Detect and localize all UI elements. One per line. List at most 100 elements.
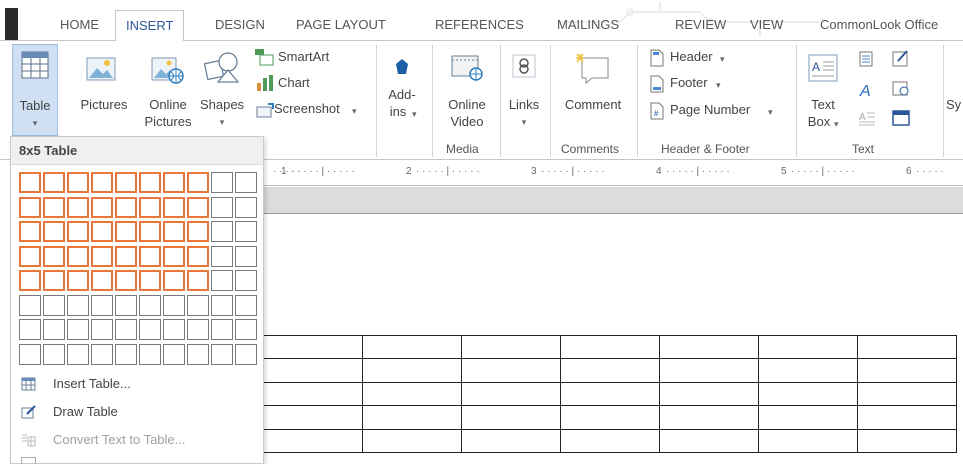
- grid-cell[interactable]: [211, 270, 233, 291]
- table-cell[interactable]: [461, 381, 561, 407]
- grid-cell[interactable]: [187, 343, 209, 365]
- tab-home[interactable]: HOME: [50, 10, 109, 40]
- grid-cell[interactable]: [19, 196, 41, 218]
- table-cell[interactable]: [362, 428, 462, 453]
- grid-cell[interactable]: [43, 294, 65, 316]
- grid-cell[interactable]: [139, 196, 161, 218]
- table-cell[interactable]: [461, 428, 561, 453]
- grid-cell[interactable]: [211, 196, 233, 218]
- draw-table-menu-item[interactable]: Draw Table: [11, 399, 263, 425]
- table-button[interactable]: Table ▾: [12, 44, 58, 136]
- grid-cell[interactable]: [67, 270, 89, 291]
- grid-cell[interactable]: [91, 245, 113, 267]
- grid-cell[interactable]: [235, 270, 257, 291]
- table-cell[interactable]: [857, 428, 957, 453]
- tab-page-layout[interactable]: PAGE LAYOUT: [286, 10, 396, 40]
- grid-cell[interactable]: [43, 270, 65, 291]
- tab-review[interactable]: REVIEW: [665, 10, 736, 40]
- screenshot-button[interactable]: Screenshot ▾: [252, 98, 372, 120]
- grid-cell[interactable]: [115, 319, 137, 340]
- grid-cell[interactable]: [43, 172, 65, 193]
- table-cell[interactable]: [461, 334, 561, 360]
- grid-cell[interactable]: [91, 270, 113, 291]
- grid-cell[interactable]: [91, 343, 113, 365]
- text-box-button[interactable]: A Text Box ▾: [800, 44, 846, 136]
- tab-design[interactable]: DESIGN: [205, 10, 275, 40]
- grid-cell[interactable]: [235, 343, 257, 365]
- table-cell[interactable]: [560, 334, 660, 360]
- table-cell[interactable]: [362, 358, 462, 383]
- grid-cell[interactable]: [187, 294, 209, 316]
- table-cell[interactable]: [857, 405, 957, 430]
- table-cell[interactable]: [758, 428, 858, 453]
- grid-cell[interactable]: [163, 270, 185, 291]
- table-cell[interactable]: [659, 428, 759, 453]
- table-grid-picker[interactable]: [18, 171, 258, 367]
- tab-view[interactable]: VIEW: [740, 10, 793, 40]
- shapes-button[interactable]: Shapes ▾: [196, 44, 248, 136]
- grid-cell[interactable]: [139, 172, 161, 193]
- table-cell[interactable]: [857, 381, 957, 407]
- grid-cell[interactable]: [187, 245, 209, 267]
- grid-cell[interactable]: [19, 319, 41, 340]
- comment-button[interactable]: Comment: [554, 44, 632, 136]
- tab-commonlook-office[interactable]: CommonLook Office: [810, 10, 948, 40]
- addins-button[interactable]: Add- ins ▾: [380, 44, 424, 136]
- table-cell[interactable]: [560, 428, 660, 453]
- table-cell[interactable]: [758, 358, 858, 383]
- pictures-button[interactable]: Pictures: [74, 44, 134, 136]
- insert-table-menu-item[interactable]: Insert Table...: [11, 371, 263, 397]
- table-cell[interactable]: [461, 358, 561, 383]
- grid-cell[interactable]: [115, 294, 137, 316]
- grid-cell[interactable]: [163, 319, 185, 340]
- table-cell[interactable]: [263, 405, 363, 430]
- grid-cell[interactable]: [163, 196, 185, 218]
- grid-cell[interactable]: [139, 221, 161, 242]
- grid-cell[interactable]: [115, 221, 137, 242]
- signature-line-icon[interactable]: [892, 49, 910, 67]
- grid-cell[interactable]: [211, 221, 233, 242]
- grid-cell[interactable]: [235, 172, 257, 193]
- table-cell[interactable]: [263, 358, 363, 383]
- grid-cell[interactable]: [235, 221, 257, 242]
- tab-mailings[interactable]: MAILINGS: [547, 10, 629, 40]
- table-cell[interactable]: [362, 381, 462, 407]
- grid-cell[interactable]: [211, 172, 233, 193]
- grid-cell[interactable]: [235, 319, 257, 340]
- grid-cell[interactable]: [43, 319, 65, 340]
- online-pictures-button[interactable]: Online Pictures: [140, 44, 196, 136]
- table-cell[interactable]: [263, 428, 363, 453]
- grid-cell[interactable]: [19, 294, 41, 316]
- table-cell[interactable]: [758, 381, 858, 407]
- grid-cell[interactable]: [235, 245, 257, 267]
- tab-insert[interactable]: INSERT: [115, 10, 185, 41]
- table-cell[interactable]: [461, 405, 561, 430]
- grid-cell[interactable]: [211, 319, 233, 340]
- grid-cell[interactable]: [187, 221, 209, 242]
- grid-cell[interactable]: [235, 294, 257, 316]
- footer-button[interactable]: Footer ▾: [648, 73, 788, 95]
- header-button[interactable]: Header ▾: [648, 47, 788, 69]
- grid-cell[interactable]: [115, 245, 137, 267]
- grid-cell[interactable]: [91, 196, 113, 218]
- horizontal-ruler[interactable]: · · · · · 1 · · · · · | · · · · · 2 · · …: [263, 160, 963, 186]
- table-cell[interactable]: [362, 334, 462, 360]
- object-icon[interactable]: [892, 109, 912, 127]
- grid-cell[interactable]: [67, 319, 89, 340]
- table-cell[interactable]: [758, 334, 858, 360]
- drop-cap-icon[interactable]: A: [858, 109, 876, 127]
- grid-cell[interactable]: [187, 196, 209, 218]
- grid-cell[interactable]: [91, 221, 113, 242]
- grid-cell[interactable]: [211, 294, 233, 316]
- grid-cell[interactable]: [91, 172, 113, 193]
- chart-button[interactable]: Chart: [252, 72, 367, 94]
- grid-cell[interactable]: [139, 294, 161, 316]
- table-cell[interactable]: [659, 381, 759, 407]
- grid-cell[interactable]: [163, 221, 185, 242]
- table-cell[interactable]: [263, 334, 363, 360]
- table-cell[interactable]: [857, 358, 957, 383]
- grid-cell[interactable]: [115, 172, 137, 193]
- table-cell[interactable]: [758, 405, 858, 430]
- table-cell[interactable]: [362, 405, 462, 430]
- grid-cell[interactable]: [19, 221, 41, 242]
